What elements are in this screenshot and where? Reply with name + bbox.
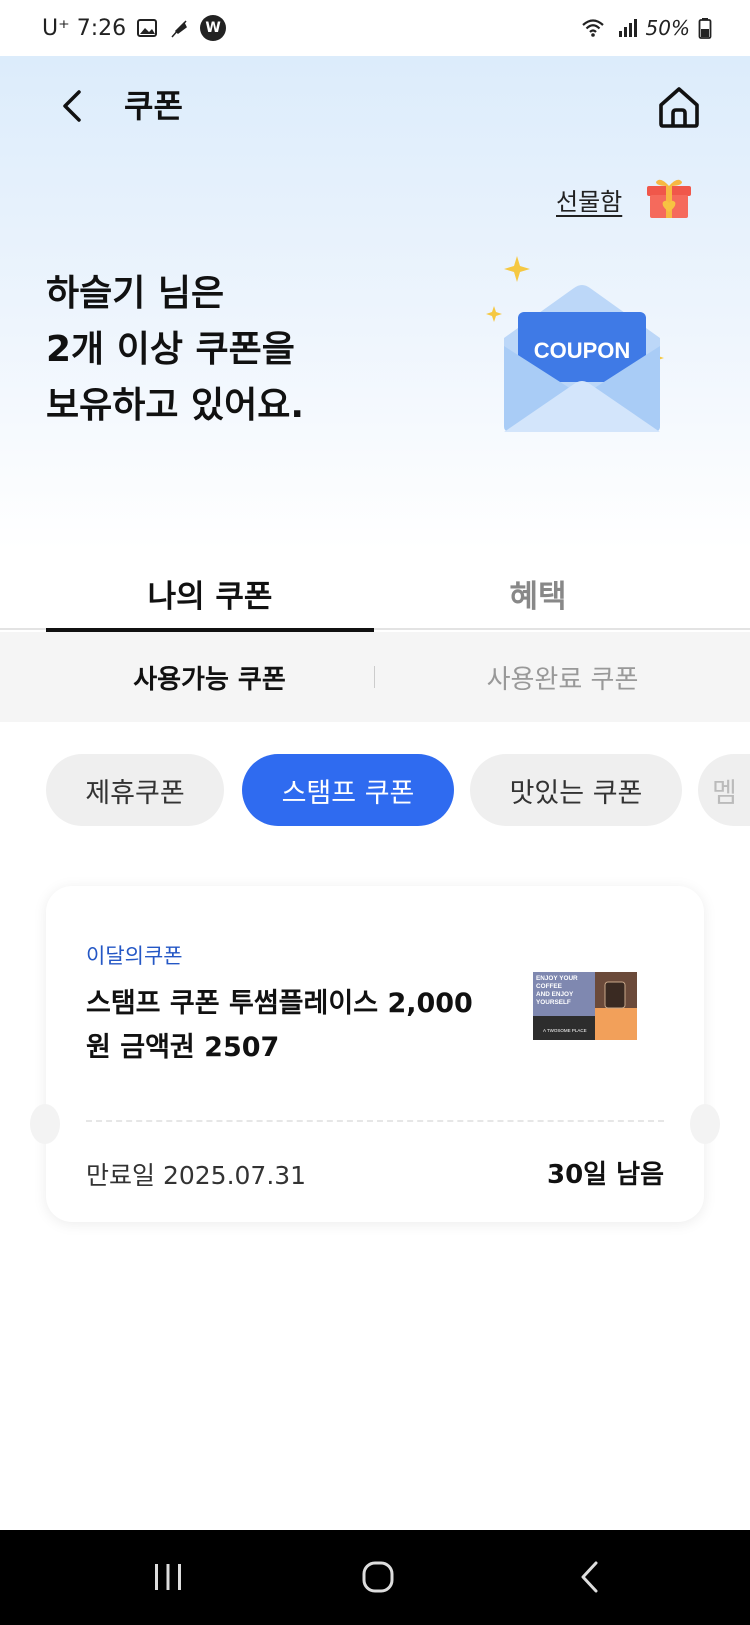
filter-chip-row: 제휴쿠폰 스탬프 쿠폰 맛있는 쿠폰 멤 [46, 754, 750, 826]
battery-text: 50% [645, 16, 690, 40]
hero-section: 쿠폰 선물함 하슬기 님은 2개 이상 쿠폰을 보유하고 있어요. COUPON [0, 56, 750, 550]
carrier-time: U⁺ 7:26 [42, 15, 127, 41]
tab-benefits[interactable]: 혜택 [374, 556, 702, 630]
gift-box-link[interactable]: 선물함 [556, 182, 622, 217]
main-tab-bar: 나의 쿠폰 혜택 [0, 556, 750, 632]
headline-line-1: 하슬기 님은 [46, 273, 225, 314]
home-button[interactable] [656, 84, 702, 130]
chevron-left-icon [63, 90, 81, 122]
chip-membership[interactable]: 멤 [698, 754, 750, 826]
signal-icon [618, 19, 637, 37]
card-notch-left [30, 1104, 60, 1144]
home-icon [659, 87, 699, 128]
wifi-icon [581, 19, 604, 37]
system-nav-bar [0, 1530, 750, 1625]
coupon-envelope-illustration: COUPON [486, 256, 664, 432]
hero-headline: 하슬기 님은 2개 이상 쿠폰을 보유하고 있어요. [46, 266, 304, 434]
gift-box-icon[interactable] [644, 174, 694, 220]
coupon-art-label: COUPON [534, 338, 631, 363]
chip-partner-coupons[interactable]: 제휴쿠폰 [46, 754, 224, 826]
coupon-title: 스탬프 쿠폰 투썸플레이스 2,000원 금액권 2507 [86, 988, 473, 1063]
sub-tab-bar: 사용가능 쿠폰 사용완료 쿠폰 [0, 632, 750, 722]
coupon-expiry: 만료일 2025.07.31 [86, 1161, 307, 1190]
home-circle-icon [362, 1561, 394, 1593]
chip-tasty-coupons[interactable]: 맛있는 쿠폰 [470, 754, 682, 826]
system-home-button[interactable] [348, 1552, 408, 1602]
tab-available-coupons[interactable]: 사용가능 쿠폰 [0, 632, 375, 722]
feather-icon [171, 20, 188, 38]
system-back-button[interactable] [560, 1552, 620, 1602]
coupon-category: 이달의쿠폰 [86, 944, 183, 968]
status-bar: U⁺ 7:26 W 50% [0, 0, 750, 56]
card-dashed-divider [86, 1120, 664, 1122]
recent-apps-button[interactable] [138, 1552, 198, 1602]
back-icon [581, 1561, 598, 1593]
tab-used-coupons[interactable]: 사용완료 쿠폰 [375, 632, 750, 722]
coupon-card[interactable]: 이달의쿠폰 스탬프 쿠폰 투썸플레이스 2,000원 금액권 2507 ENJO… [30, 886, 720, 1222]
coupon-thumbnail: ENJOY YOUR COFFEE AND ENJOY YOURSELF A TWOS… [533, 972, 637, 1040]
recent-apps-icon [155, 1564, 181, 1590]
card-notch-right [690, 1104, 720, 1144]
chip-stamp-coupons[interactable]: 스탬프 쿠폰 [242, 754, 454, 826]
headline-line-3: 보유하고 있어요. [46, 385, 305, 426]
gallery-icon [137, 19, 158, 37]
back-button[interactable] [52, 84, 92, 128]
coupon-days-remaining: 30일 남음 [547, 1160, 664, 1190]
page-title: 쿠폰 [124, 87, 183, 125]
headline-line-2: 2개 이상 쿠폰을 [46, 329, 295, 370]
top-app-bar: 쿠폰 [0, 56, 750, 156]
tab-my-coupons[interactable]: 나의 쿠폰 [46, 556, 374, 632]
thumbnail-brand: A TWOSOME PLACE [543, 1028, 587, 1033]
app-badge: W [200, 15, 227, 41]
battery-icon [698, 18, 712, 39]
status-left: U⁺ 7:26 W [42, 15, 227, 41]
status-right: 50% [578, 16, 712, 40]
